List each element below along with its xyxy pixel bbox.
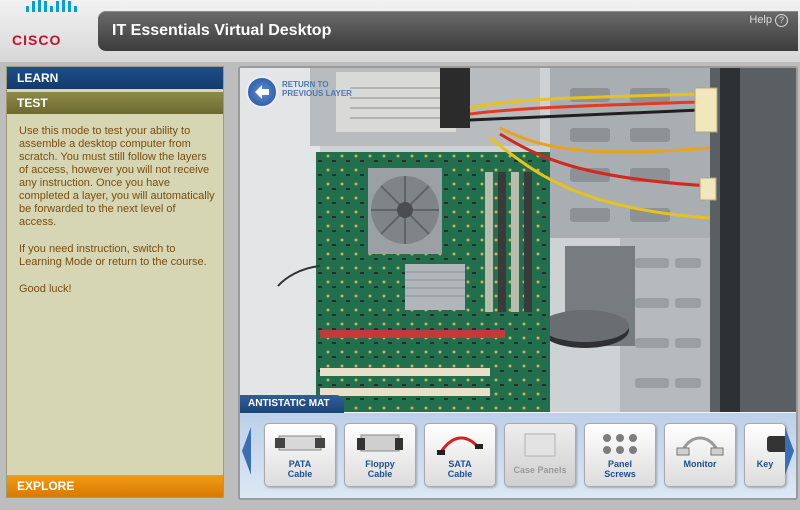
help-icon: ? bbox=[775, 14, 788, 27]
part-label: Panel Screws bbox=[585, 459, 655, 479]
test-mode-button[interactable]: TEST bbox=[7, 92, 223, 114]
cisco-logo: CISCO bbox=[10, 0, 90, 50]
part-keyboard[interactable]: Key bbox=[744, 423, 786, 487]
part-label: Floppy Cable bbox=[345, 459, 415, 479]
desktop-viewer: RETURN TO PREVIOUS LAYER ANTISTATIC MAT … bbox=[238, 66, 798, 500]
part-label-line1: Key bbox=[756, 459, 774, 469]
sata-cable-icon bbox=[437, 436, 483, 455]
part-label-line1: SATA bbox=[448, 459, 472, 469]
instructions-paragraph: If you need instruction, switch to Learn… bbox=[19, 243, 207, 268]
keyboard-icon bbox=[767, 436, 785, 452]
back-label-line2: PREVIOUS LAYER bbox=[282, 89, 352, 98]
title-bar: IT Essentials Virtual Desktop Help? bbox=[98, 11, 798, 51]
part-label: SATA Cable bbox=[425, 459, 495, 479]
part-sata-cable[interactable]: SATA Cable bbox=[424, 423, 496, 487]
top-bar: CISCO IT Essentials Virtual Desktop Help… bbox=[0, 0, 800, 62]
learn-mode-button[interactable]: LEARN bbox=[7, 67, 223, 89]
part-monitor[interactable]: Monitor bbox=[664, 423, 736, 487]
part-label-line2: Screws bbox=[604, 469, 636, 479]
part-case-panels[interactable]: Case Panels bbox=[504, 423, 576, 487]
part-label: Monitor bbox=[665, 459, 735, 469]
antistatic-mat-tray: PATA Cable Floppy Cable SATA Cable Case … bbox=[240, 413, 796, 498]
part-label: Case Panels bbox=[505, 465, 575, 475]
part-floppy-cable[interactable]: Floppy Cable bbox=[344, 423, 416, 487]
part-label-line2: Cable bbox=[287, 469, 313, 479]
part-label: Key bbox=[745, 459, 785, 469]
instructions-paragraph: Good luck! bbox=[19, 283, 72, 295]
part-label-line1: Case Panels bbox=[513, 465, 567, 475]
mode-sidebar: LEARN TEST Use this mode to test your ab… bbox=[6, 66, 224, 498]
part-label-line1: Floppy bbox=[365, 459, 395, 469]
part-label-line2: Cable bbox=[367, 469, 393, 479]
return-to-previous-layer-button[interactable] bbox=[246, 76, 278, 108]
app-title: IT Essentials Virtual Desktop bbox=[112, 22, 332, 39]
part-label-line1: Monitor bbox=[683, 459, 717, 469]
return-to-previous-layer-label[interactable]: RETURN TO PREVIOUS LAYER bbox=[282, 80, 352, 98]
instructions-paragraph: Use this mode to test your ability to as… bbox=[19, 125, 215, 228]
help-button[interactable]: Help? bbox=[749, 14, 788, 27]
brand-name: CISCO bbox=[12, 32, 62, 48]
part-panel-screws[interactable]: Panel Screws bbox=[584, 423, 656, 487]
computer-case-illustration bbox=[240, 68, 796, 412]
part-label-line1: Panel bbox=[607, 459, 632, 469]
back-label-line1: RETURN TO bbox=[282, 80, 329, 89]
floppy-cable-icon bbox=[357, 434, 403, 452]
test-instructions: Use this mode to test your ability to as… bbox=[19, 125, 215, 310]
explore-mode-button[interactable]: EXPLORE bbox=[7, 475, 223, 497]
case-panels-icon bbox=[524, 433, 556, 457]
help-label: Help bbox=[749, 14, 772, 26]
scroll-right-arrow-icon[interactable] bbox=[785, 427, 794, 475]
computer-case-interior: RETURN TO PREVIOUS LAYER bbox=[240, 68, 796, 412]
scroll-left-arrow-icon[interactable] bbox=[242, 427, 251, 475]
back-arrow-icon bbox=[255, 85, 269, 99]
part-label: PATA Cable bbox=[265, 459, 335, 479]
monitor-cable-icon bbox=[676, 436, 724, 456]
antistatic-mat-label: ANTISTATIC MAT bbox=[240, 395, 344, 413]
part-pata-cable[interactable]: PATA Cable bbox=[264, 423, 336, 487]
part-label-line1: PATA bbox=[288, 459, 312, 469]
part-label-line2: Cable bbox=[447, 469, 473, 479]
pata-cable-icon bbox=[275, 435, 325, 451]
panel-screws-icon bbox=[603, 434, 637, 454]
